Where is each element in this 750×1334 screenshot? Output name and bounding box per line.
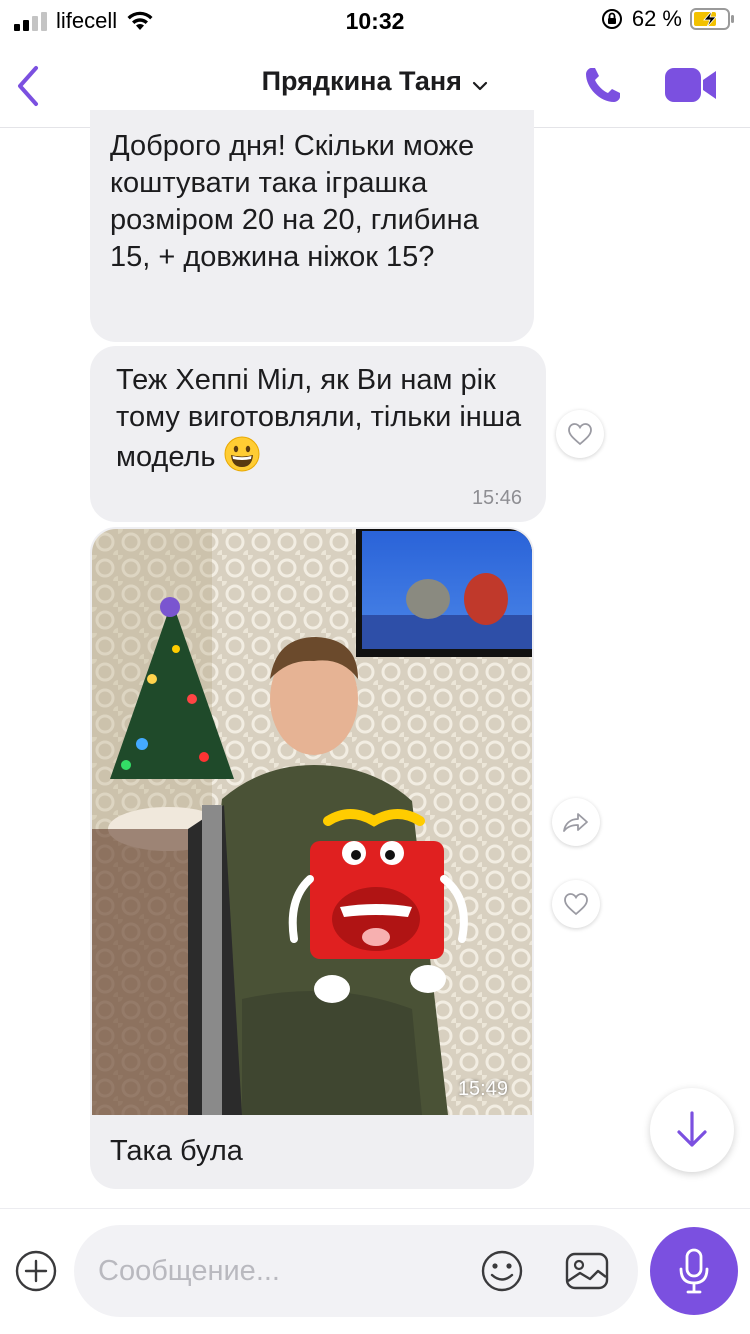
orientation-lock-icon [601, 9, 622, 29]
battery-percent: 62 % [631, 6, 682, 31]
gallery-icon [565, 1252, 609, 1290]
photo-time: 15:49 [457, 1078, 508, 1100]
microphone-icon [679, 1248, 709, 1294]
message-text-wrap: Теж Хеппі Міл, як Ви нам рік тому вигото… [116, 362, 536, 476]
photo-attachment[interactable]: 15:49 [92, 529, 532, 1115]
photo-image [92, 529, 532, 1115]
video-camera-icon [665, 68, 716, 102]
incoming-photo-message[interactable]: 15:49 Така була [90, 527, 534, 1189]
video-call-button[interactable] [664, 66, 718, 109]
gallery-button[interactable] [564, 1249, 610, 1298]
status-bar: lifecell 10:32 62 % [0, 0, 750, 44]
heart-icon [568, 423, 592, 446]
sticker-button[interactable] [480, 1249, 524, 1298]
message-text: Доброго дня! Скільки може коштувати така… [110, 130, 479, 273]
incoming-message-bubble[interactable]: Доброго дня! Скільки може коштувати така… [90, 110, 534, 342]
scroll-to-bottom-button[interactable] [650, 1088, 734, 1172]
photo-caption: Така була [110, 1135, 243, 1167]
plus-circle-icon [15, 1250, 57, 1292]
like-button[interactable] [556, 410, 604, 458]
grinning-face-emoji-icon [224, 436, 260, 472]
phone-icon [586, 68, 620, 102]
incoming-message-bubble[interactable]: Теж Хеппі Міл, як Ви нам рік тому вигото… [90, 346, 546, 522]
battery-icon [690, 8, 734, 30]
chevron-down-icon [473, 81, 488, 90]
smiley-icon [481, 1250, 523, 1292]
message-time: 15:46 [471, 487, 522, 509]
arrow-down-icon [677, 1111, 707, 1147]
voice-message-button[interactable] [650, 1227, 738, 1315]
message-composer: Сообщение... [0, 1208, 750, 1334]
forward-arrow-icon [563, 813, 588, 832]
like-button[interactable] [552, 880, 600, 928]
forward-button[interactable] [552, 798, 600, 846]
contact-name: Прядкина Таня [261, 66, 462, 96]
message-text: Теж Хеппі Міл, як Ви нам рік тому вигото… [116, 364, 522, 473]
message-input-placeholder: Сообщение... [98, 1255, 280, 1287]
heart-icon [564, 893, 588, 916]
voice-call-button[interactable] [582, 64, 624, 111]
message-input[interactable]: Сообщение... [74, 1225, 638, 1317]
contact-title-button[interactable]: Прядкина Таня [0, 66, 750, 97]
attach-button[interactable] [14, 1249, 58, 1298]
